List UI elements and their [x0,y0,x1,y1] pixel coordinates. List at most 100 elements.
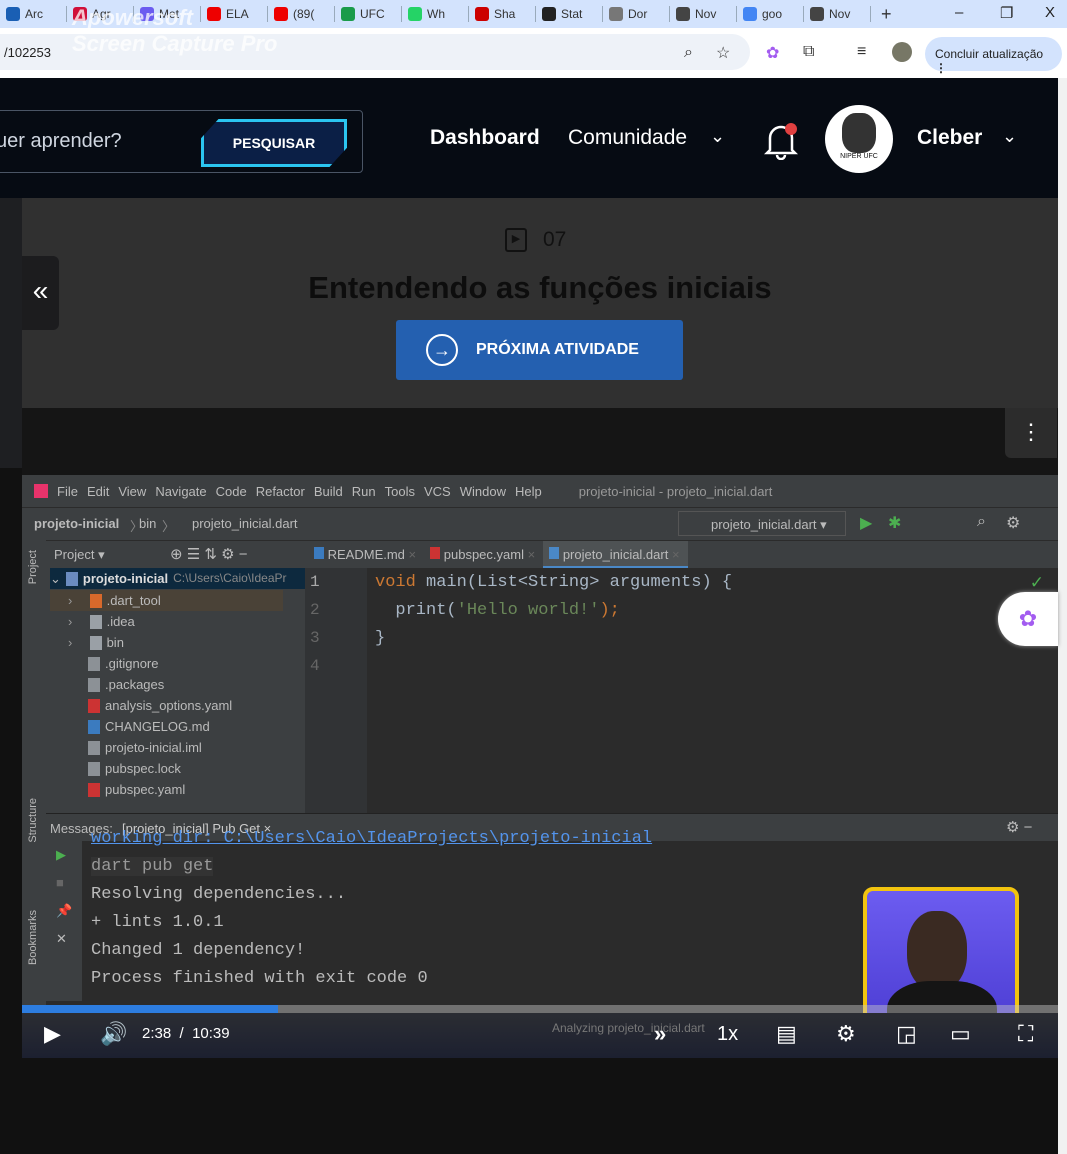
ide-menu-item[interactable]: Help [515,484,542,499]
minimize-button[interactable]: – [955,4,963,21]
stop-icon[interactable]: ■ [56,875,64,890]
avatar[interactable]: NIPER UFC [825,105,893,173]
ide-menu-item[interactable]: Navigate [155,484,206,499]
ide-menu-item[interactable]: Window [460,484,506,499]
more-options-button[interactable]: ⋮ [1005,408,1057,458]
tab-label: Sha [494,7,516,21]
browser-tab[interactable]: (89( [268,6,335,22]
ide-menu-item[interactable]: View [118,484,146,499]
browser-tab[interactable]: Dor [603,6,670,22]
ide-menu-item[interactable]: Edit [87,484,109,499]
project-tool-icons[interactable]: ⊕ ☰ ⇅ ⚙ − [170,545,247,563]
editor-tab[interactable]: pubspec.yaml × [424,541,543,569]
tree-item[interactable]: projeto-inicial.iml [88,737,202,758]
code-string: 'Hello world!' [456,601,600,620]
messages-settings-icon[interactable]: ⚙ − [1006,818,1032,836]
browser-tab[interactable]: UFC [335,6,402,22]
tree-item[interactable]: CHANGELOG.md [88,716,210,737]
tree-item[interactable]: analysis_options.yaml [88,695,232,716]
nav-comunidade[interactable]: Comunidade [568,126,687,150]
run-config-select[interactable]: projeto_inicial.dart ▾ [678,511,846,536]
profile-avatar-icon[interactable] [892,42,912,62]
code-editor[interactable]: void main(List<String> arguments) { prin… [367,568,1050,813]
video-progress-bar[interactable] [22,1005,1058,1013]
ai-assistant-button[interactable]: ✿ [998,592,1058,646]
tree-item[interactable]: .packages [88,674,164,695]
user-name[interactable]: Cleber [917,126,982,150]
next-activity-button[interactable]: → PRÓXIMA ATIVIDADE [396,320,683,380]
close-window-button[interactable]: X [1045,4,1055,21]
tab-favicon-icon [408,7,422,21]
bookmark-star-icon[interactable]: ☆ [716,43,730,63]
page-scrollbar[interactable] [1058,78,1067,1154]
browser-tab[interactable]: Nov [804,6,871,22]
new-tab-button[interactable]: + [881,4,892,25]
search-box[interactable]: uer aprender? PESQUISAR [0,110,363,173]
ide-menu-item[interactable]: Run [352,484,376,499]
tab-label: Nov [695,7,717,21]
subtitles-icon[interactable]: ▤ [776,1021,797,1047]
zoom-icon[interactable]: ⌕ [684,44,693,62]
video-player[interactable]: File Edit View Navigate Code Refactor Build Run… [22,475,1058,1058]
file-icon [88,698,100,713]
volume-icon[interactable]: 🔊 [100,1021,127,1047]
browser-tab[interactable]: Sha [469,6,536,22]
file-icon [88,761,100,776]
tree-item[interactable]: .gitignore [88,653,158,674]
rerun-icon[interactable]: ▶ [56,847,66,863]
browser-tab[interactable]: Nov [670,6,737,22]
tree-item[interactable]: › .idea [68,611,135,632]
ide-menu-item[interactable]: Code [216,484,247,499]
fullscreen-icon[interactable]: ⛶ [1018,1021,1033,1047]
tree-item[interactable]: pubspec.yaml [88,779,185,800]
browser-tab[interactable]: goo [737,6,804,22]
picture-in-picture-icon[interactable]: ◲ [896,1021,917,1047]
pin-icon[interactable]: 📌 [56,903,72,919]
project-view-select[interactable]: Project ▾ [54,547,105,563]
tab-favicon-icon [475,7,489,21]
site-header: uer aprender? PESQUISAR Dashboard Comuni… [0,78,1058,198]
extensions-puzzle-icon[interactable]: ⧉ [803,43,814,61]
playback-speed-button[interactable]: 1x [717,1023,738,1046]
tree-root[interactable]: ⌄ projeto-inicial C:\Users\Caio\IdeaPr [50,568,305,589]
update-label: Concluir atualização [935,47,1044,61]
settings-icon[interactable]: ⚙ [836,1021,856,1047]
tree-item[interactable]: › bin [68,632,124,653]
settings-icon[interactable]: ⚙ [1006,513,1020,533]
search-icon[interactable]: ⌕ [977,513,986,531]
chevron-down-icon[interactable]: ⌄ [710,126,725,147]
extension-brain-icon[interactable]: ✿ [766,43,779,63]
close-icon[interactable]: ✕ [56,931,67,947]
browser-tab[interactable]: Arc [0,6,67,22]
side-project-tab[interactable]: Project [27,550,39,584]
run-icon[interactable]: ▶ [860,513,872,533]
ide-menu-item[interactable]: Refactor [256,484,305,499]
update-button[interactable]: Concluir atualização ⋮ [925,37,1062,75]
browser-tab[interactable]: Wh [402,6,469,22]
side-bookmarks-tab[interactable]: Bookmarks [27,910,39,965]
ide-menu-item[interactable]: File [57,484,78,499]
editor-tab[interactable]: README.md × [308,541,424,569]
sidebar-strip [0,198,22,468]
run-config-label: projeto_inicial.dart [711,517,817,532]
editor-tab[interactable]: projeto_inicial.dart × [543,541,688,569]
nav-dashboard[interactable]: Dashboard [430,126,540,150]
notification-bell-icon[interactable] [764,120,798,160]
tree-item[interactable]: › .dart_tool [50,590,283,611]
debug-icon[interactable]: ✱ [888,513,901,533]
ide-menu-item[interactable]: Build [314,484,343,499]
tree-item[interactable]: pubspec.lock [88,758,181,779]
play-icon[interactable]: ▶ [44,1021,61,1047]
media-control-icon[interactable]: ≡ [857,43,866,61]
side-structure-tab[interactable]: Structure [27,798,39,843]
skip-forward-icon[interactable]: » [654,1021,666,1047]
tree-root-path: C:\Users\Caio\IdeaPr [173,571,287,585]
ide-menu-item[interactable]: VCS [424,484,451,499]
search-button[interactable]: PESQUISAR [201,119,347,167]
ide-menu-item[interactable]: Tools [385,484,415,499]
restore-button[interactable]: ❐ [1000,4,1013,22]
browser-tab[interactable]: Stat [536,6,603,22]
user-menu-chevron-icon[interactable]: ⌄ [1002,126,1017,147]
console-line: dart pub get [91,857,214,876]
theater-mode-icon[interactable]: ▭ [950,1021,971,1047]
